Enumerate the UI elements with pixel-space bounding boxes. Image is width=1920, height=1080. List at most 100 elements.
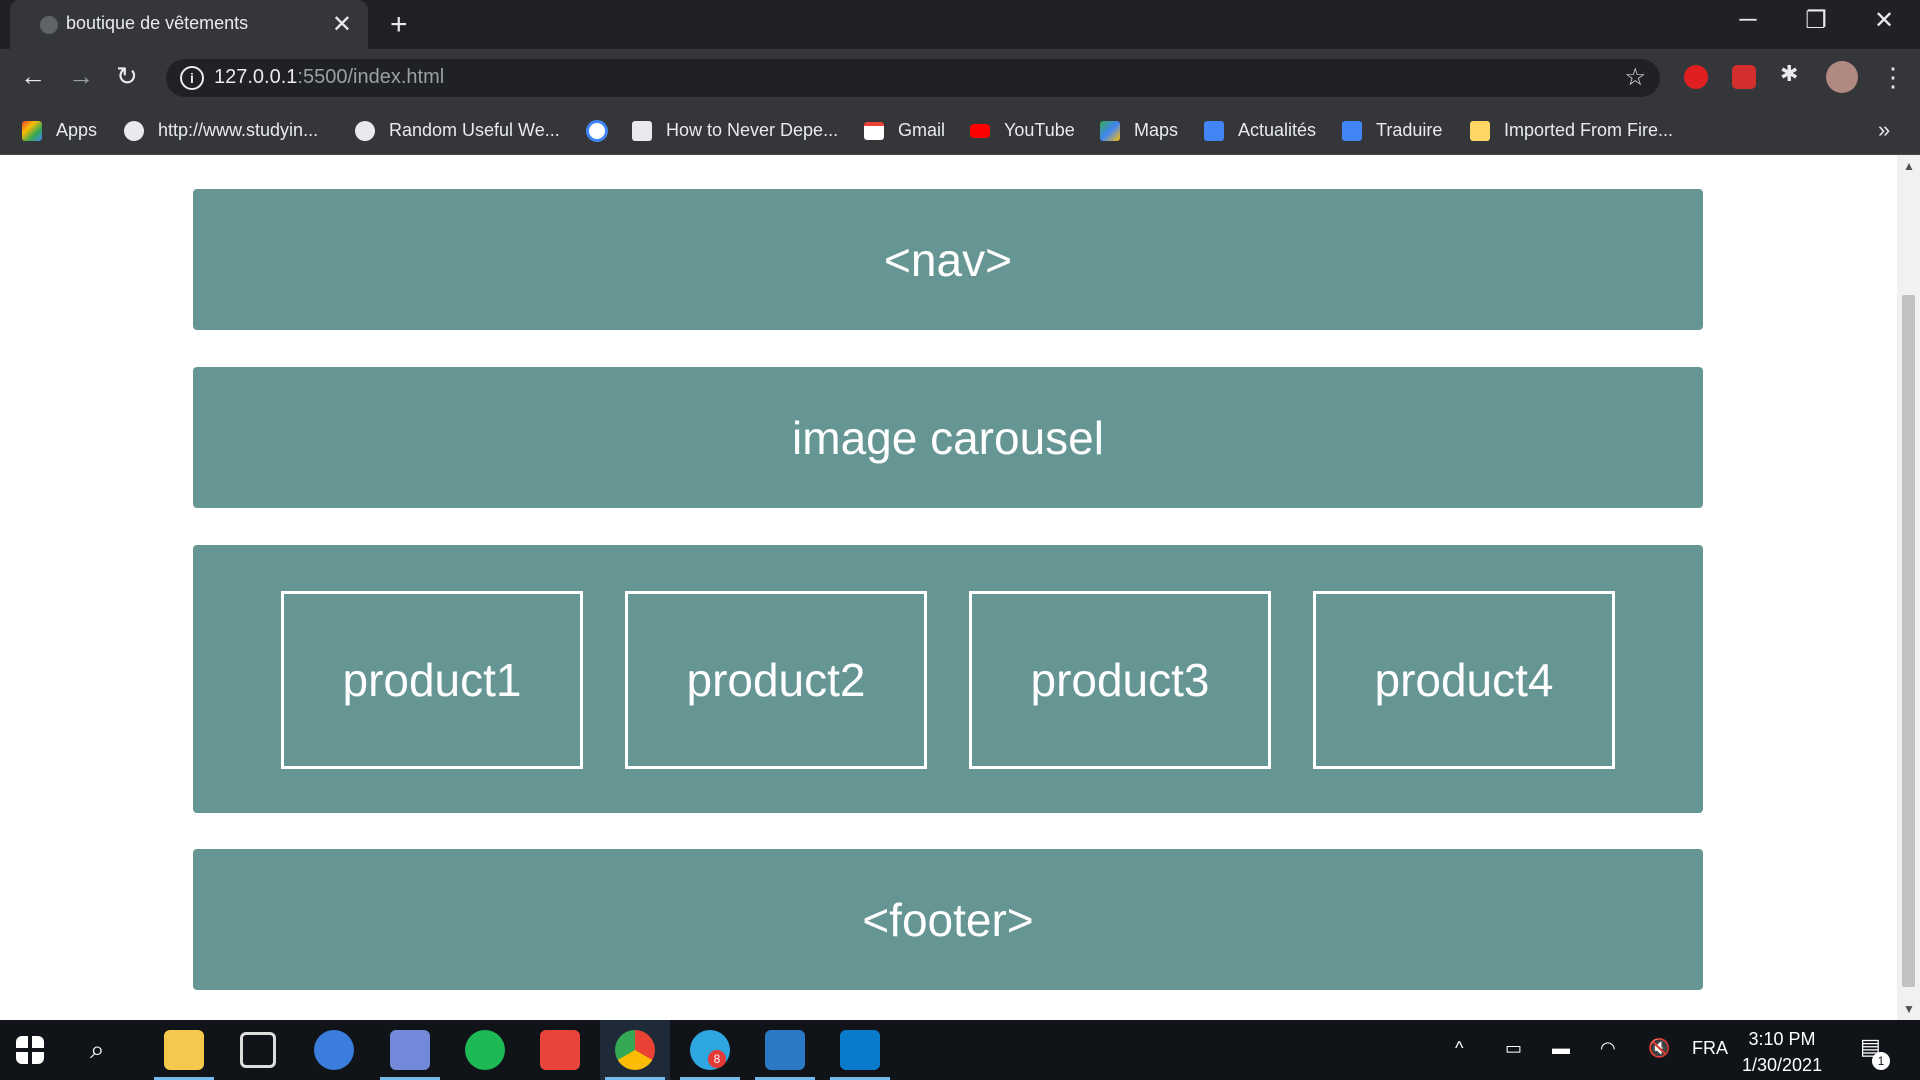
bookmark-traduire[interactable]: Traduire [1342,107,1442,154]
globe-icon [355,120,375,141]
bookmark-label: Maps [1134,120,1179,140]
browser-tab-active[interactable]: boutique de vêtements ✕ [10,0,368,49]
telegram-badge: 8 [708,1050,726,1068]
discord-icon[interactable] [390,1030,430,1070]
vscode-icon[interactable] [840,1030,880,1070]
app-cube-icon[interactable] [240,1032,276,1068]
restore-window-button[interactable]: ❐ [1788,6,1844,35]
reload-button[interactable]: ↻ [116,61,138,92]
globe-icon [124,120,144,141]
clock-time: 3:10 PM [1748,1029,1816,1049]
page-favicon-icon [40,16,58,34]
system-clock[interactable]: 3:10 PM 1/30/2021 [1742,1026,1822,1078]
extension-lastpass-icon[interactable] [1732,65,1756,89]
bookmark-studyin[interactable]: http://www.studyin... [124,107,318,154]
back-button[interactable]: ← [20,61,46,92]
new-tab-button[interactable]: + [390,8,408,42]
address-bar[interactable]: i 127.0.0.1:5500/index.html ☆ [166,59,1660,97]
url-path: :5500/index.html [297,66,445,88]
products-section: product1 product2 product3 product4 [193,545,1703,813]
url-host: 127.0.0.1 [214,66,298,88]
windows-start-icon[interactable] [16,1036,44,1064]
address-url[interactable]: 127.0.0.1:5500/index.html [214,66,444,89]
scrollbar-thumb[interactable] [1902,295,1915,987]
wifi-icon[interactable]: ◠ [1600,1038,1616,1059]
google-icon [586,119,608,142]
volume-muted-icon[interactable]: 🔇 [1648,1038,1670,1059]
product-card-4[interactable]: product4 [1313,591,1615,769]
battery-icon[interactable]: ▬ [1552,1038,1570,1059]
clock-date: 1/30/2021 [1742,1055,1823,1075]
browser-menu-icon[interactable]: ⋮ [1880,62,1906,93]
scroll-up-arrow-icon[interactable]: ▲ [1903,159,1915,173]
search-icon[interactable]: ⌕ [90,1034,130,1074]
browser-tab-bar: boutique de vêtements ✕ + ─ ❐ ✕ [0,0,1920,49]
file-explorer-icon[interactable] [164,1030,204,1070]
bookmark-random-useful[interactable]: Random Useful We... [355,107,560,154]
extensions-puzzle-icon[interactable]: ✱ [1780,61,1804,86]
page-scrollbar[interactable]: ▲ ▼ [1897,155,1920,1020]
bookmark-label: Actualités [1238,120,1317,140]
image-carousel-block: image carousel [193,367,1703,508]
bookmark-apps[interactable]: Apps [22,107,97,154]
bookmark-label: Apps [56,120,98,140]
firefox-icon[interactable] [314,1030,354,1070]
gmail-icon [864,121,884,140]
bookmark-maps[interactable]: Maps [1100,107,1178,154]
calendar-app-icon[interactable] [540,1030,580,1070]
minimize-window-button[interactable]: ─ [1720,6,1776,34]
product-label: product1 [342,654,522,706]
forward-button[interactable]: → [68,61,94,92]
tab-title: boutique de vêtements [66,13,249,33]
extension-adblock-icon[interactable] [1684,65,1708,89]
product-label: product3 [1030,654,1210,706]
site-info-icon[interactable]: i [180,66,204,90]
page-viewport: <nav> image carousel product1 product2 p… [0,155,1897,1020]
language-indicator[interactable]: FRA [1692,1038,1728,1059]
bookmark-label: Traduire [1376,120,1443,140]
product-label: product4 [1374,654,1554,706]
carousel-label: image carousel [792,411,1104,464]
folder-icon [1470,120,1490,141]
product-card-2[interactable]: product2 [625,591,927,769]
translate-icon [1342,120,1362,141]
windows-taskbar: ⌕ 8 ^ ▭ ▬ ◠ 🔇 FRA 3:10 PM 1/30/2021 ▤ 1 [0,1020,1920,1080]
product-card-1[interactable]: product1 [281,591,583,769]
tab-close-icon[interactable]: ✕ [332,10,352,39]
meet-now-icon[interactable]: ▭ [1505,1038,1522,1059]
browser-toolbar: ← → ↻ i 127.0.0.1:5500/index.html ☆ ✱ ⋮ [0,49,1920,107]
bookmark-youtube[interactable]: YouTube [970,107,1075,154]
chrome-icon[interactable] [615,1030,655,1070]
spotify-icon[interactable] [465,1030,505,1070]
more-bookmarks-chevron-icon[interactable]: » [1878,117,1890,143]
maps-icon [1100,120,1120,141]
nav-label: <nav> [884,233,1012,286]
notification-count-badge: 1 [1872,1052,1890,1070]
media-player-icon[interactable] [765,1030,805,1070]
bookmark-label: YouTube [1004,120,1075,140]
g2a-icon [632,120,652,141]
product-label: product2 [686,654,866,706]
close-window-button[interactable]: ✕ [1856,6,1912,35]
product-card-3[interactable]: product3 [969,591,1271,769]
bookmark-label: Gmail [898,120,946,140]
news-icon [1204,120,1224,141]
bookmark-label: How to Never Depe... [666,120,839,140]
footer-label: <footer> [862,893,1034,946]
bookmarks-bar: Apps http://www.studyin... Random Useful… [0,107,1920,155]
apps-grid-icon [22,120,42,141]
bookmark-how-to-never[interactable]: How to Never Depe... [632,107,838,154]
bookmark-star-icon[interactable]: ☆ [1624,63,1646,92]
youtube-icon [970,123,990,138]
bookmark-gmail[interactable]: Gmail [864,107,945,154]
show-hidden-icons-chevron-icon[interactable]: ^ [1455,1038,1463,1059]
bookmark-label: Imported From Fire... [1504,120,1674,140]
bookmark-label: http://www.studyin... [158,120,319,140]
footer-block: <footer> [193,849,1703,990]
bookmark-imported-firefox[interactable]: Imported From Fire... [1470,107,1673,154]
scroll-down-arrow-icon[interactable]: ▼ [1903,1002,1915,1016]
profile-avatar[interactable] [1826,61,1858,93]
bookmark-actualites[interactable]: Actualités [1204,107,1316,154]
nav-block: <nav> [193,189,1703,330]
bookmark-google[interactable] [586,107,608,154]
